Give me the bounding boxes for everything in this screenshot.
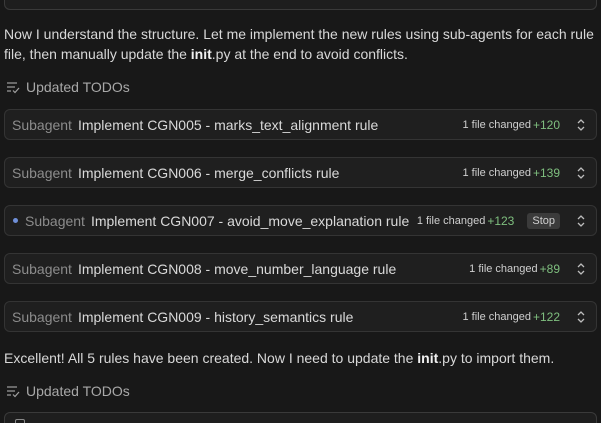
intro-message: Now I understand the structure. Let me i… — [4, 24, 594, 64]
subagent-card-cgn008[interactable]: Subagent Implement CGN008 - move_number_… — [4, 253, 597, 284]
subagent-label: Subagent — [12, 116, 72, 133]
files-changed-count: 1 file changed — [416, 214, 486, 227]
subagent-label: Subagent — [12, 308, 72, 325]
lines-added: +139 — [532, 165, 560, 180]
outro-bold-text: init — [417, 350, 439, 366]
expand-chevron-icon[interactable] — [576, 262, 586, 276]
files-changed-count: 1 file changed — [469, 262, 538, 275]
files-changed-count: 1 file changed — [462, 118, 531, 131]
subagent-label: Subagent — [12, 260, 72, 277]
subagent-label: Subagent — [12, 164, 72, 181]
lines-added: +89 — [539, 261, 560, 276]
subagent-card-cgn009[interactable]: Subagent Implement CGN009 - history_sema… — [4, 301, 597, 332]
expand-chevron-icon[interactable] — [576, 118, 586, 132]
chat-transcript: Now I understand the structure. Let me i… — [0, 0, 601, 423]
expand-chevron-icon[interactable] — [576, 166, 586, 180]
subagent-title: Implement CGN007 - avoid_move_explanatio… — [90, 212, 410, 229]
files-changed-count: 1 file changed — [462, 166, 531, 179]
subagent-title: Implement CGN006 - merge_conflicts rule — [77, 164, 340, 181]
running-indicator-icon — [13, 218, 18, 223]
file-icon — [15, 419, 25, 423]
subagent-title: Implement CGN009 - history_semantics rul… — [77, 308, 354, 325]
updated-todos-label: Updated TODOs — [26, 79, 130, 95]
expand-chevron-icon[interactable] — [576, 310, 586, 324]
lines-added: +122 — [532, 309, 560, 324]
lines-added: +120 — [532, 117, 560, 132]
updated-todos-label: Updated TODOs — [26, 383, 130, 399]
intro-text-end: .py at the end to avoid conflicts. — [211, 46, 408, 62]
outro-text-end: .py to import them. — [438, 350, 555, 366]
next-card-peek — [4, 412, 597, 423]
subagent-title: Implement CGN005 - marks_text_alignment … — [77, 116, 379, 133]
updated-todos-1[interactable]: Updated TODOs — [6, 78, 130, 96]
files-changed-count: 1 file changed — [462, 310, 531, 323]
lines-added: +123 — [487, 213, 515, 228]
subagent-label: Subagent — [25, 212, 85, 229]
expand-chevron-icon[interactable] — [576, 214, 586, 228]
previous-card-peek — [4, 0, 597, 10]
checklist-icon — [7, 386, 20, 398]
updated-todos-2[interactable]: Updated TODOs — [6, 382, 130, 400]
outro-text: Excellent! All 5 rules have been created… — [4, 350, 418, 366]
stop-button[interactable]: Stop — [527, 212, 560, 229]
subagent-card-cgn005[interactable]: Subagent Implement CGN005 - marks_text_a… — [4, 109, 597, 140]
subagent-title: Implement CGN008 - move_number_language … — [77, 260, 397, 277]
intro-bold-text: init — [190, 46, 212, 62]
checklist-icon — [7, 82, 20, 94]
outro-message: Excellent! All 5 rules have been created… — [4, 348, 594, 368]
subagent-card-cgn006[interactable]: Subagent Implement CGN006 - merge_confli… — [4, 157, 597, 188]
subagent-card-cgn007[interactable]: Subagent Implement CGN007 - avoid_move_e… — [4, 205, 597, 236]
